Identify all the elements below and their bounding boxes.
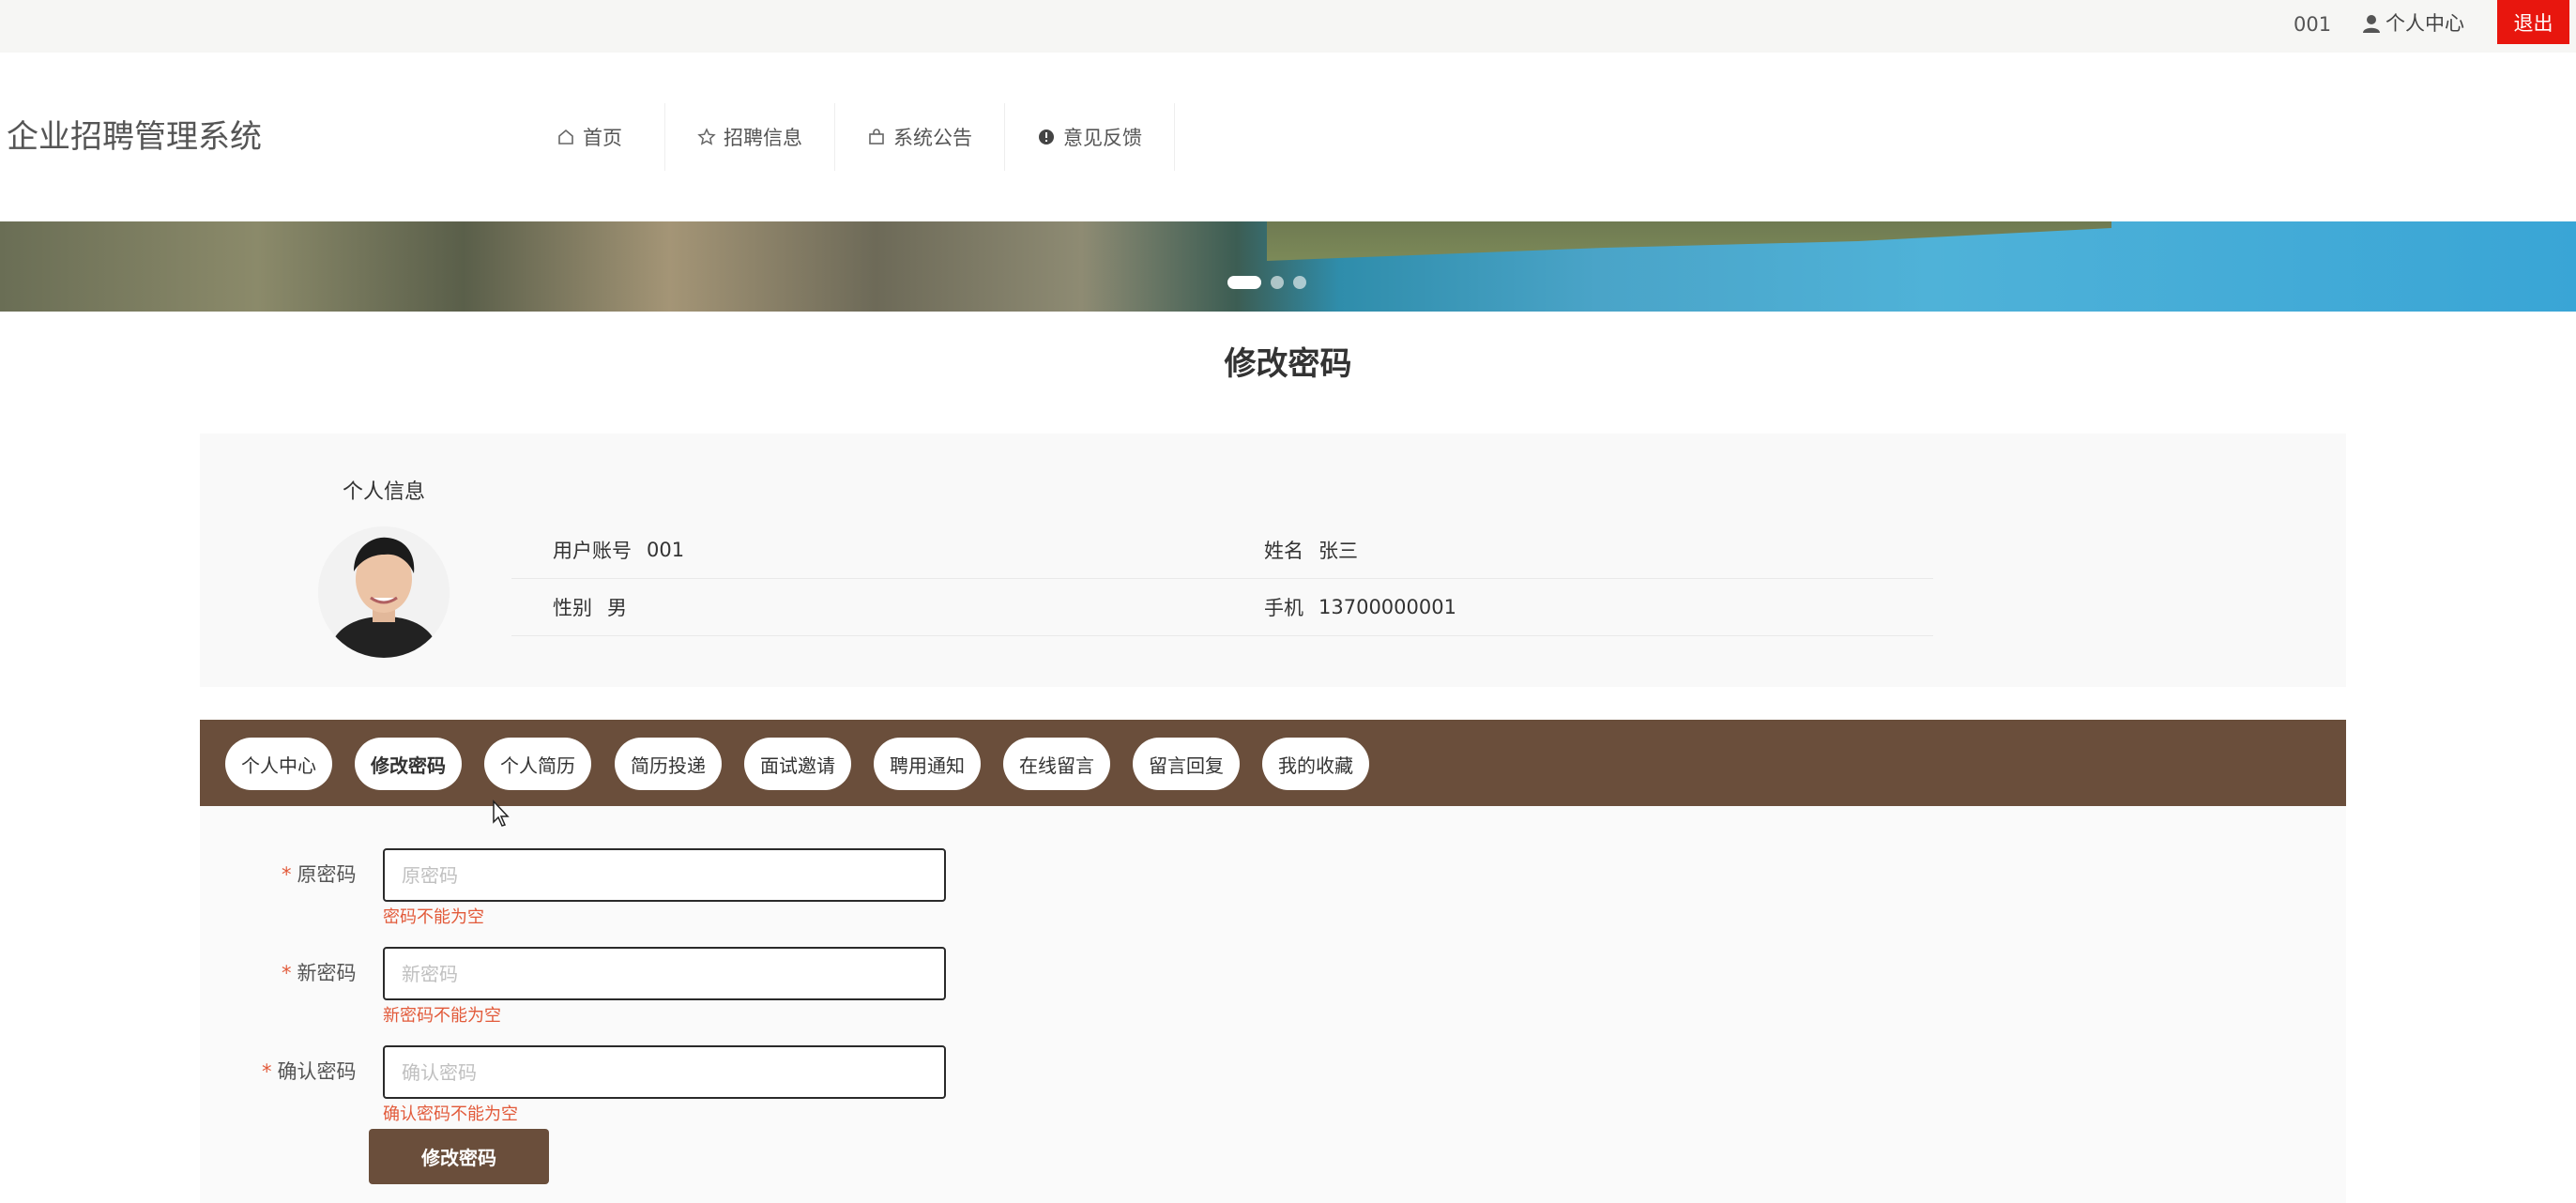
nav-item-label: 系统公告 [893, 127, 972, 149]
page-title: 修改密码 [1224, 345, 1352, 383]
personal-center-label: 个人中心 [2385, 12, 2464, 35]
name-value: 张三 [1318, 540, 1358, 562]
phone-field: 手机 13700000001 [1264, 579, 1456, 635]
tab-resume[interactable]: 个人简历 [484, 738, 591, 790]
site-title: 企业招聘管理系统 [7, 118, 262, 156]
carousel-indicators [1227, 276, 1306, 289]
confirm-password-input[interactable] [383, 1045, 946, 1099]
tab-hire-notices[interactable]: 聘用通知 [874, 738, 981, 790]
tab-message-replies[interactable]: 留言回复 [1133, 738, 1240, 790]
bag-icon [869, 129, 884, 145]
old-password-error: 密码不能为空 [383, 907, 484, 927]
new-password-error: 新密码不能为空 [383, 1006, 501, 1026]
tab-resume-submissions[interactable]: 简历投递 [615, 738, 722, 790]
required-mark: * [282, 863, 292, 886]
required-mark: * [282, 962, 292, 984]
alert-circle-icon [1039, 129, 1054, 145]
profile-heading: 个人信息 [343, 480, 426, 504]
logout-button[interactable]: 退出 [2497, 0, 2569, 44]
phone-label: 手机 [1264, 597, 1303, 619]
profile-row: 性别 男 手机 13700000001 [511, 579, 1933, 636]
name-label: 姓名 [1264, 540, 1303, 562]
gender-field: 性别 男 [553, 579, 627, 635]
star-icon [697, 128, 716, 145]
required-mark: * [262, 1060, 272, 1083]
new-password-label: * 新密码 [282, 962, 357, 984]
nav-item-jobs[interactable]: 招聘信息 [665, 103, 835, 171]
old-password-input[interactable] [383, 848, 946, 902]
confirm-password-error: 确认密码不能为空 [383, 1104, 518, 1124]
tab-change-password[interactable]: 修改密码 [355, 738, 462, 790]
profile-row: 用户账号 001 姓名 张三 [511, 522, 1933, 579]
phone-value: 13700000001 [1318, 596, 1456, 618]
name-field: 姓名 张三 [1264, 522, 1358, 578]
mouse-cursor-icon [493, 799, 510, 827]
carousel-dot[interactable] [1271, 276, 1284, 289]
account-field: 用户账号 001 [553, 522, 684, 578]
nav-item-announcements[interactable]: 系统公告 [835, 103, 1005, 171]
banner-carousel[interactable] [0, 221, 2576, 312]
submit-change-password-button[interactable]: 修改密码 [369, 1129, 549, 1184]
new-password-input[interactable] [383, 947, 946, 1000]
personal-center-link[interactable]: 个人中心 [2363, 10, 2464, 37]
account-value: 001 [647, 539, 685, 561]
nav-item-label: 首页 [583, 127, 622, 149]
account-label: 用户账号 [553, 540, 632, 562]
nav-item-label: 招聘信息 [724, 127, 802, 149]
tab-personal-center[interactable]: 个人中心 [225, 738, 332, 790]
user-icon [2363, 15, 2380, 33]
old-password-label: * 原密码 [282, 863, 357, 886]
main-nav: 首页 招聘信息 系统公告 意见反馈 [514, 103, 1175, 171]
tab-online-messages[interactable]: 在线留言 [1003, 738, 1110, 790]
nav-item-home[interactable]: 首页 [514, 103, 665, 171]
gender-value: 男 [607, 597, 627, 619]
tab-favorites[interactable]: 我的收藏 [1262, 738, 1369, 790]
nav-item-label: 意见反馈 [1063, 127, 1142, 149]
current-username: 001 [2294, 13, 2332, 36]
confirm-password-label: * 确认密码 [262, 1060, 357, 1083]
home-icon [558, 129, 573, 145]
carousel-dot[interactable] [1293, 276, 1306, 289]
tab-interview-invites[interactable]: 面试邀请 [744, 738, 851, 790]
gender-label: 性别 [553, 597, 592, 619]
banner-image [1267, 221, 2111, 261]
nav-item-feedback[interactable]: 意见反馈 [1005, 103, 1175, 171]
top-bar [0, 0, 2576, 53]
carousel-dot[interactable] [1227, 276, 1261, 289]
avatar [318, 526, 450, 658]
